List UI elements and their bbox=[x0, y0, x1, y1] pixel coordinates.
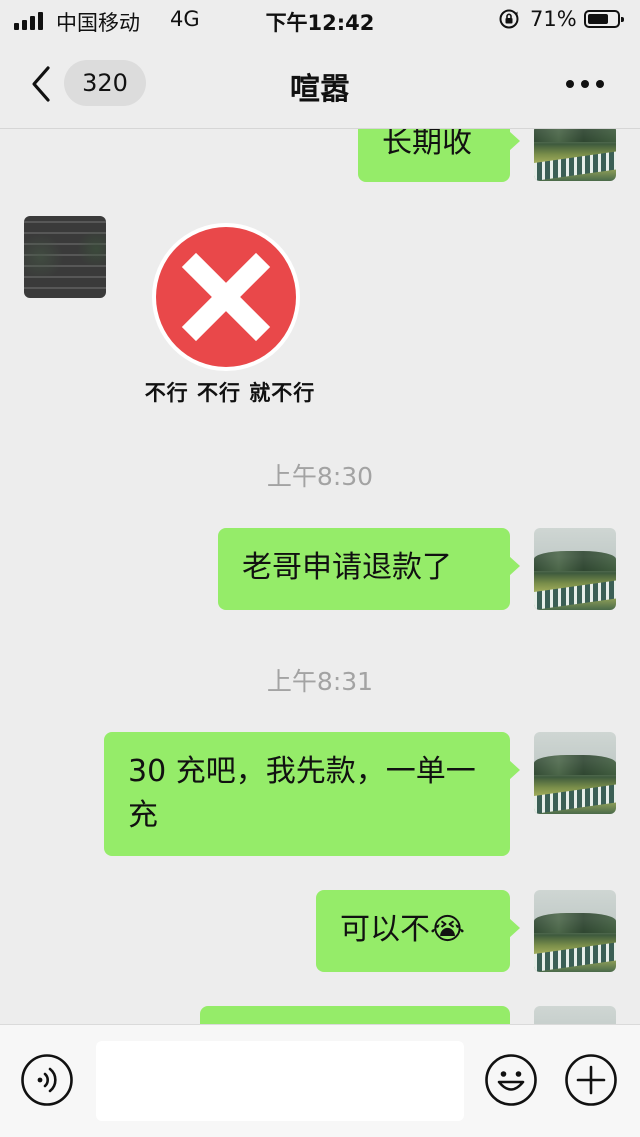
my-avatar[interactable] bbox=[534, 890, 616, 972]
contact-avatar[interactable] bbox=[24, 216, 106, 298]
screen-lock-icon bbox=[499, 9, 519, 29]
battery-percent: 71% bbox=[530, 7, 577, 31]
voice-icon[interactable] bbox=[20, 1053, 74, 1107]
message-text: 可以不😭 bbox=[340, 912, 466, 947]
message-bubble[interactable]: 可以不😭 bbox=[316, 890, 520, 972]
message-text: 30 充吧，我先款，一单一充 bbox=[128, 754, 476, 833]
message-bubble[interactable]: 30 充吧，我先款，一单一充 bbox=[104, 732, 520, 856]
my-avatar[interactable] bbox=[534, 732, 616, 814]
chat-title: 喧嚣 bbox=[290, 72, 350, 107]
emoji-icon[interactable] bbox=[484, 1053, 538, 1107]
chat-header: 320 喧嚣 bbox=[0, 40, 640, 129]
input-bar bbox=[0, 1024, 640, 1137]
my-avatar[interactable] bbox=[534, 528, 616, 610]
reject-sticker[interactable] bbox=[150, 221, 302, 373]
message-bubble[interactable] bbox=[200, 1006, 510, 1024]
message-bubble[interactable]: 长期收 bbox=[358, 129, 520, 182]
message-text: 长期收 bbox=[382, 129, 472, 160]
status-bar: 中国移动 4G 下午12:42 71% bbox=[0, 0, 640, 40]
message-timestamp: 上午8:30 bbox=[266, 462, 374, 491]
sticker-caption: 不行 不行 就不行 bbox=[144, 381, 316, 405]
battery-icon bbox=[584, 10, 624, 28]
more-icon[interactable] bbox=[560, 80, 610, 90]
message-input[interactable] bbox=[96, 1041, 464, 1121]
my-avatar[interactable] bbox=[534, 1006, 616, 1024]
message-list[interactable]: 长期收 不行 不行 就不行 上午8:30 老哥申请退款了 上午8:31 30 充… bbox=[0, 129, 640, 1024]
message-text: 老哥申请退款了 bbox=[242, 550, 452, 585]
message-bubble[interactable]: 老哥申请退款了 bbox=[218, 528, 520, 610]
message-timestamp: 上午8:31 bbox=[266, 667, 374, 696]
my-avatar[interactable] bbox=[534, 129, 616, 181]
plus-icon[interactable] bbox=[564, 1053, 618, 1107]
